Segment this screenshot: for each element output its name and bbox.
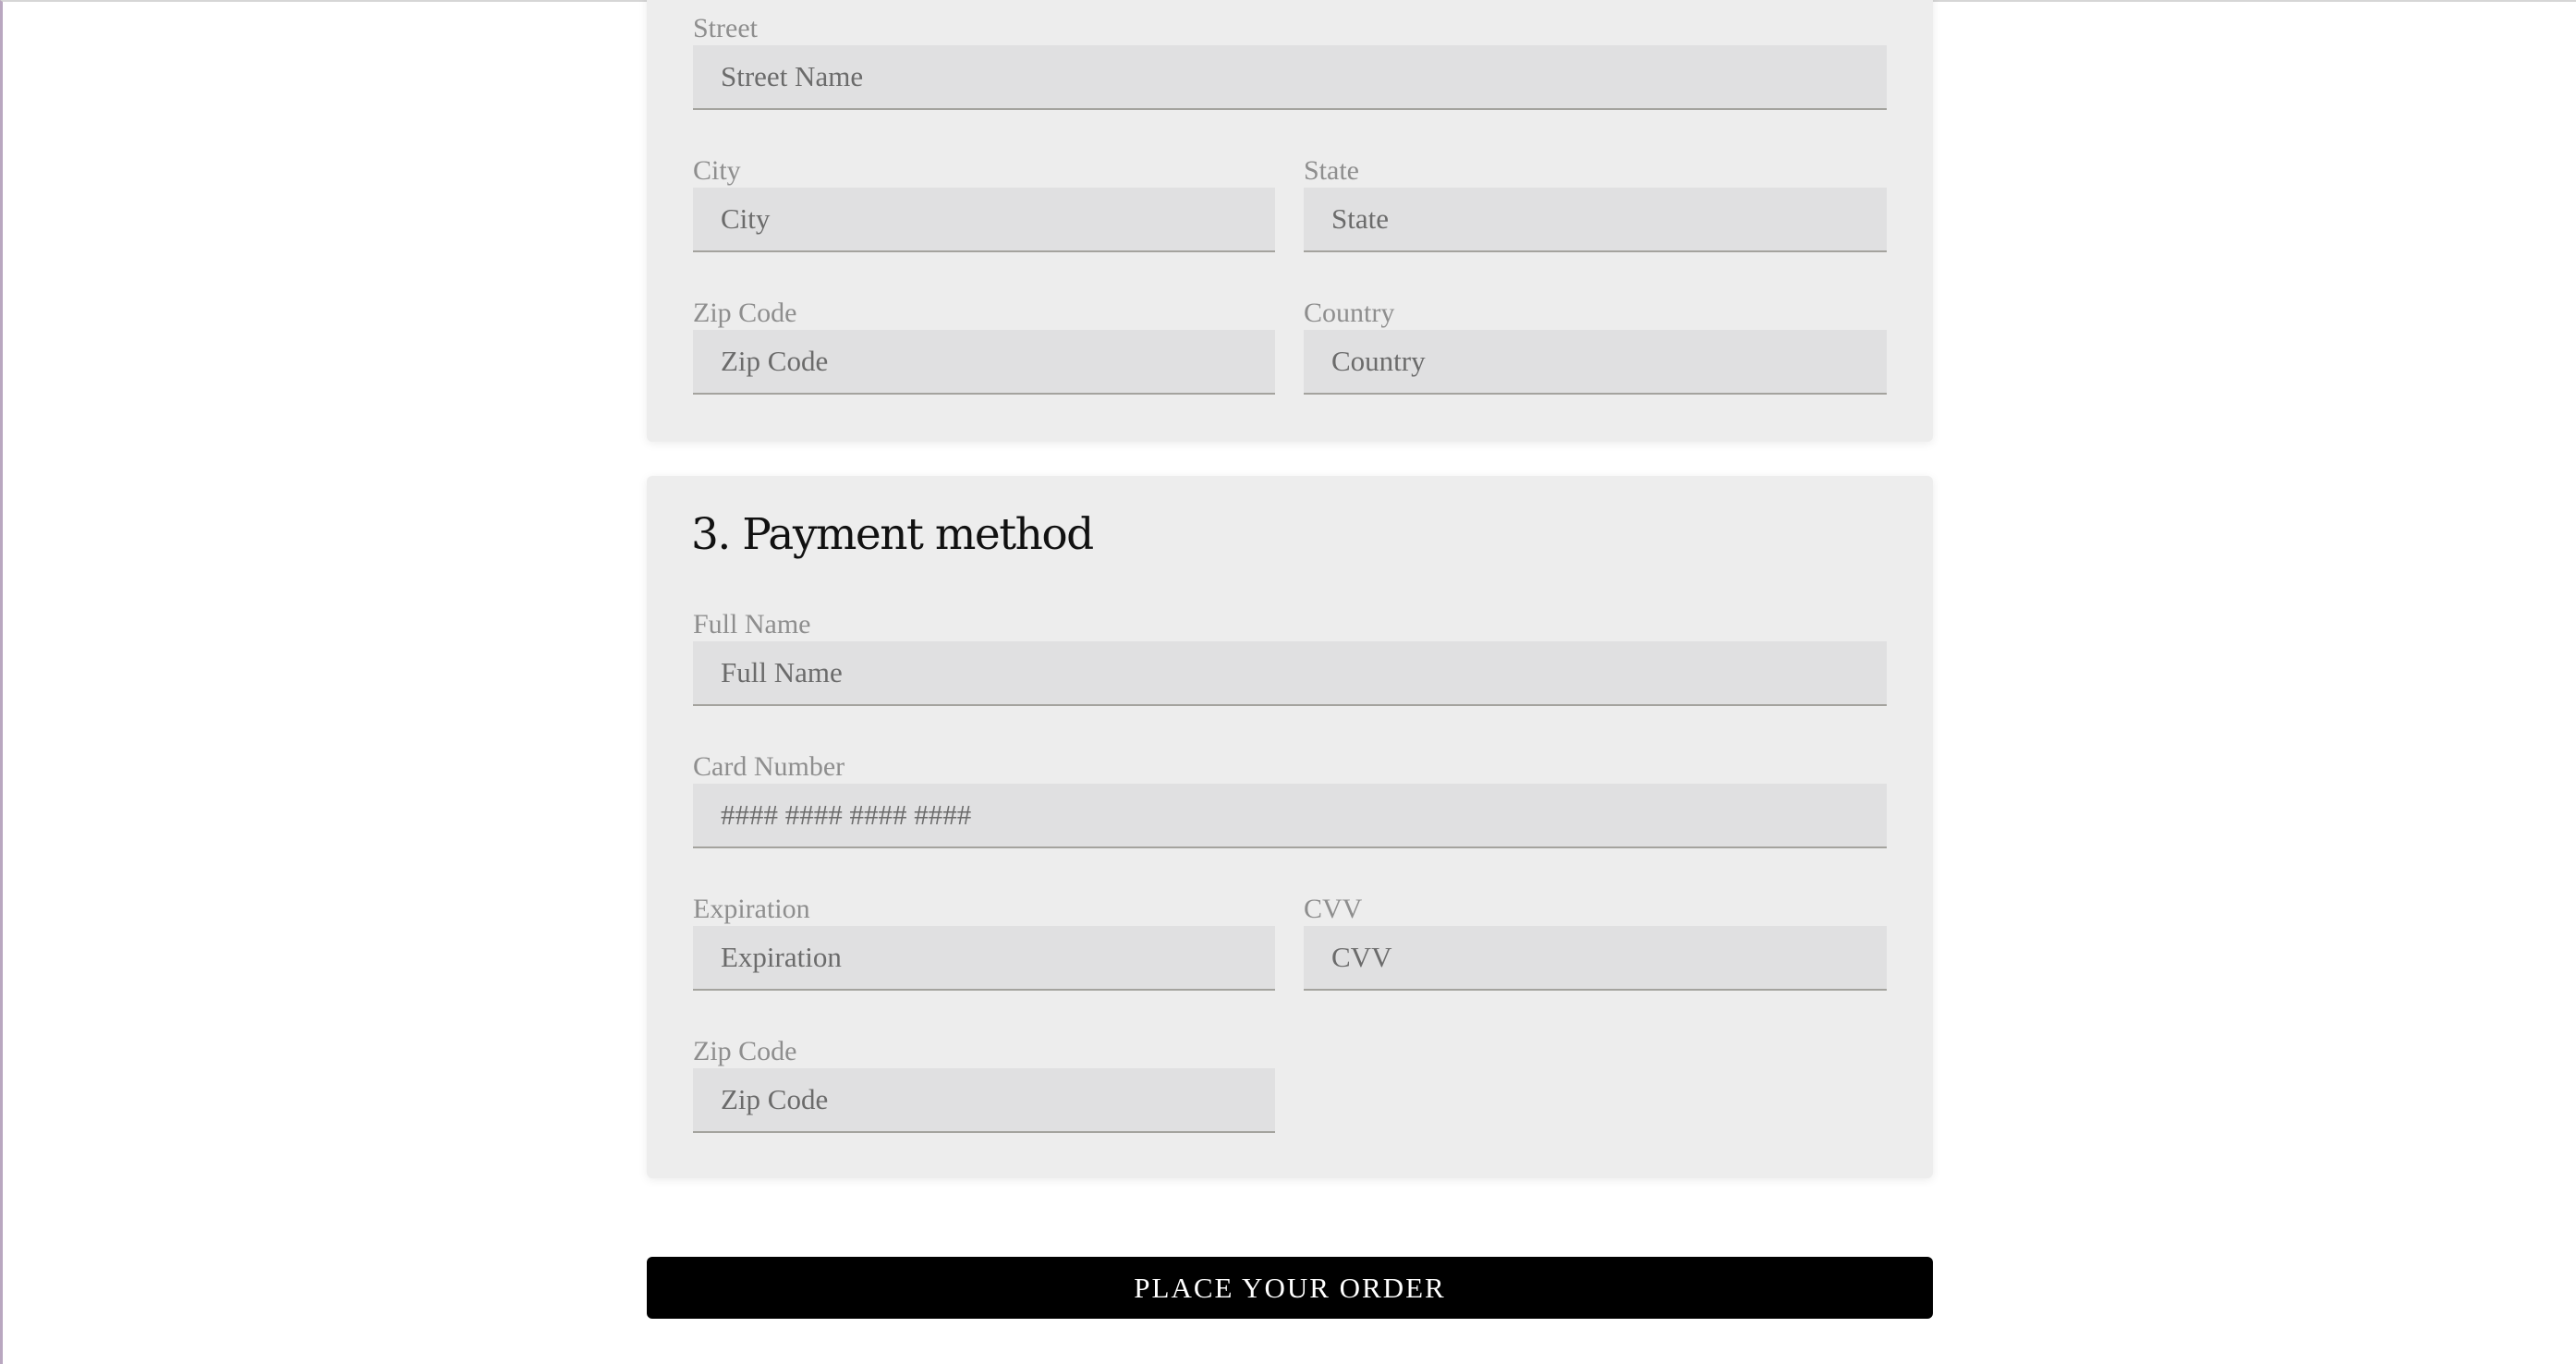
city-field-group: City	[693, 156, 1275, 252]
billing-zip-code-input[interactable]	[693, 1068, 1275, 1133]
street-input[interactable]	[693, 45, 1887, 110]
card-number-input[interactable]	[693, 784, 1887, 848]
street-field-group: Street	[693, 14, 1887, 110]
card-number-label: Card Number	[693, 751, 845, 782]
full-name-input[interactable]	[693, 641, 1887, 706]
state-field-group: State	[1304, 156, 1887, 252]
state-label: State	[1304, 155, 1359, 186]
street-label: Street	[693, 13, 758, 43]
cvv-label: CVV	[1304, 894, 1363, 924]
expiration-label: Expiration	[693, 894, 810, 924]
payment-method-card: 3. Payment method Full Name Card Number …	[647, 476, 1933, 1178]
full-name-field-group: Full Name	[693, 610, 1887, 706]
full-name-label: Full Name	[693, 609, 811, 639]
billing-zip-code-label: Zip Code	[693, 1036, 797, 1066]
expiration-field-group: Expiration	[693, 895, 1275, 991]
zip-code-input[interactable]	[693, 330, 1275, 395]
city-label: City	[693, 155, 741, 186]
expiration-input[interactable]	[693, 926, 1275, 991]
state-input[interactable]	[1304, 188, 1887, 252]
country-label: Country	[1304, 298, 1395, 328]
place-order-button[interactable]: PLACE YOUR ORDER	[647, 1257, 1933, 1319]
card-number-field-group: Card Number	[693, 752, 1887, 848]
zip-code-label: Zip Code	[693, 298, 797, 328]
cvv-field-group: CVV	[1304, 895, 1887, 991]
cvv-input[interactable]	[1304, 926, 1887, 991]
country-field-group: Country	[1304, 298, 1887, 395]
payment-section-title: 3. Payment method	[691, 509, 1094, 560]
shipping-address-card: Street City State Zip Code Country	[647, 0, 1933, 442]
zip-code-field-group: Zip Code	[693, 298, 1275, 395]
country-input[interactable]	[1304, 330, 1887, 395]
city-input[interactable]	[693, 188, 1275, 252]
billing-zip-code-field-group: Zip Code	[693, 1037, 1275, 1133]
